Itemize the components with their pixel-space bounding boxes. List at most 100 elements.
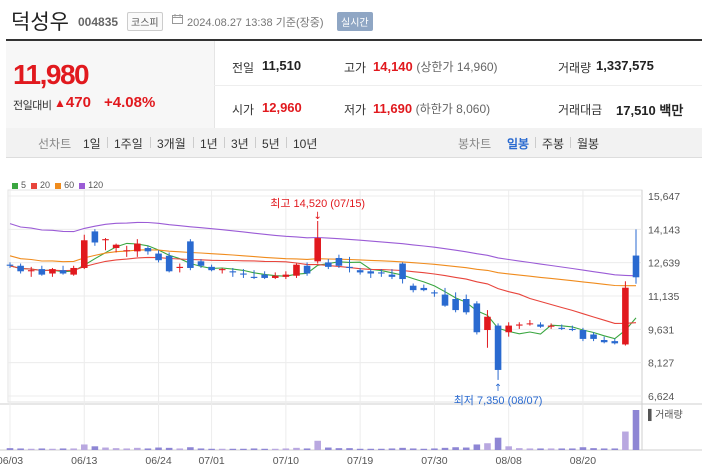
candle-body[interactable] [590,334,597,339]
candle-body[interactable] [91,231,99,243]
realtime-badge[interactable]: 실시간 [337,12,373,31]
candle-body[interactable] [282,274,290,277]
candle-body[interactable] [441,294,449,306]
candle-body[interactable] [229,271,237,273]
candle-body[interactable] [218,269,226,271]
candle-body[interactable] [197,261,205,266]
candle-body[interactable] [600,340,608,343]
candle-body[interactable] [558,327,566,329]
stock-header: 덕성우 004835 코스피 2024.08.27 13:38 기준(장중) 실… [0,0,702,38]
candle-body[interactable] [250,276,258,278]
candle-body[interactable] [356,270,364,273]
candle-body[interactable] [526,323,534,325]
candle-body[interactable] [346,266,353,268]
volume-bar [569,448,576,450]
tab-weekly[interactable]: 주봉 [542,135,564,152]
candle-body[interactable] [462,299,470,313]
candle-body[interactable] [622,287,629,345]
candle-body[interactable] [112,244,120,249]
change-value: ▲470 [54,94,91,111]
tab-3month[interactable]: 3개월 [157,135,186,152]
candle-body[interactable] [155,253,162,261]
volume-bar [240,448,247,450]
divider [150,137,151,148]
divider [214,85,702,86]
candle-body[interactable] [187,241,194,268]
candle-body[interactable] [271,275,279,278]
candle-body[interactable] [303,265,311,274]
candle-body[interactable] [484,316,491,331]
candle-body[interactable] [569,328,576,331]
volume-bar [409,448,417,450]
candle-body[interactable] [208,266,215,271]
amount-value: 17,510 백만 [616,103,684,118]
volume-bar [388,448,396,450]
candle-body[interactable] [59,270,67,274]
tab-1year[interactable]: 1년 [200,135,218,152]
candle-body[interactable] [409,285,417,291]
volume-bar [579,447,587,450]
candle-body[interactable] [27,270,35,272]
candle-body[interactable] [473,303,481,333]
candle-body[interactable] [505,325,512,333]
volume-value: 1,337,575 [596,58,654,73]
candle-body[interactable] [6,264,14,266]
candle-body[interactable] [325,262,332,267]
candle-body[interactable] [123,250,131,252]
low-annotation: 최저 7,350 (08/07) [454,394,543,407]
x-tick-label: 08/08 [496,455,522,467]
candle-body[interactable] [515,324,523,326]
candle-body[interactable] [38,269,46,275]
candle-body[interactable] [80,240,88,268]
candle-body[interactable] [632,255,640,278]
candle-body[interactable] [261,274,268,278]
prev-close-label: 전일 [232,61,255,75]
candle-body[interactable] [165,255,173,272]
candle-body[interactable] [420,287,428,291]
candle-body[interactable] [335,257,343,266]
volume-bar [271,448,279,450]
candle-body[interactable] [399,263,406,280]
stock-code: 004835 [78,15,119,29]
candle-body[interactable] [452,299,459,311]
candle-body[interactable] [494,325,502,370]
volume-bar [123,448,131,450]
candle-body[interactable] [17,265,24,272]
volume-bar [346,448,353,450]
candle-body[interactable] [547,325,555,327]
candle-body[interactable] [579,330,587,339]
candle-body[interactable] [293,264,300,276]
candle-body[interactable] [378,272,385,274]
tab-3year[interactable]: 3년 [231,135,249,152]
tab-monthly[interactable]: 월봉 [577,135,599,152]
candle-body[interactable] [537,324,544,327]
candle-body[interactable] [431,292,438,294]
x-tick-label: 08/20 [570,455,596,467]
tab-1week[interactable]: 1주일 [114,135,143,152]
tab-10year[interactable]: 10년 [293,135,317,152]
arrow-down-icon: ↓ [313,211,321,222]
candle-body[interactable] [49,269,56,274]
tab-1day[interactable]: 1일 [83,135,101,152]
candle-body[interactable] [134,243,141,252]
volume-bar [91,446,99,450]
candle-body[interactable] [388,274,396,277]
candle-body[interactable] [611,341,619,344]
y-tick-label: 6,624 [648,391,674,403]
candle-body[interactable] [70,267,77,275]
high-annotation: 최고 14,520 (07/15) [270,197,365,210]
tab-daily[interactable]: 일봉 [507,135,529,152]
price-chart[interactable]: 15,647 14,143 12,639 11,135 9,631 8,127 6,624 0… [0,160,702,472]
candle-body[interactable] [144,248,152,252]
tab-5year[interactable]: 5년 [262,135,280,152]
volume-bar [537,448,544,450]
volume-bar [515,448,523,450]
candle-body[interactable] [367,271,375,274]
divider [286,137,287,148]
candle-body[interactable] [102,239,109,241]
up-triangle-icon: ▲ [54,96,66,110]
candle-body[interactable] [240,273,247,275]
y-tick-label: 12,639 [648,258,680,270]
candle-body[interactable] [176,266,184,268]
candle-body[interactable] [314,238,321,262]
